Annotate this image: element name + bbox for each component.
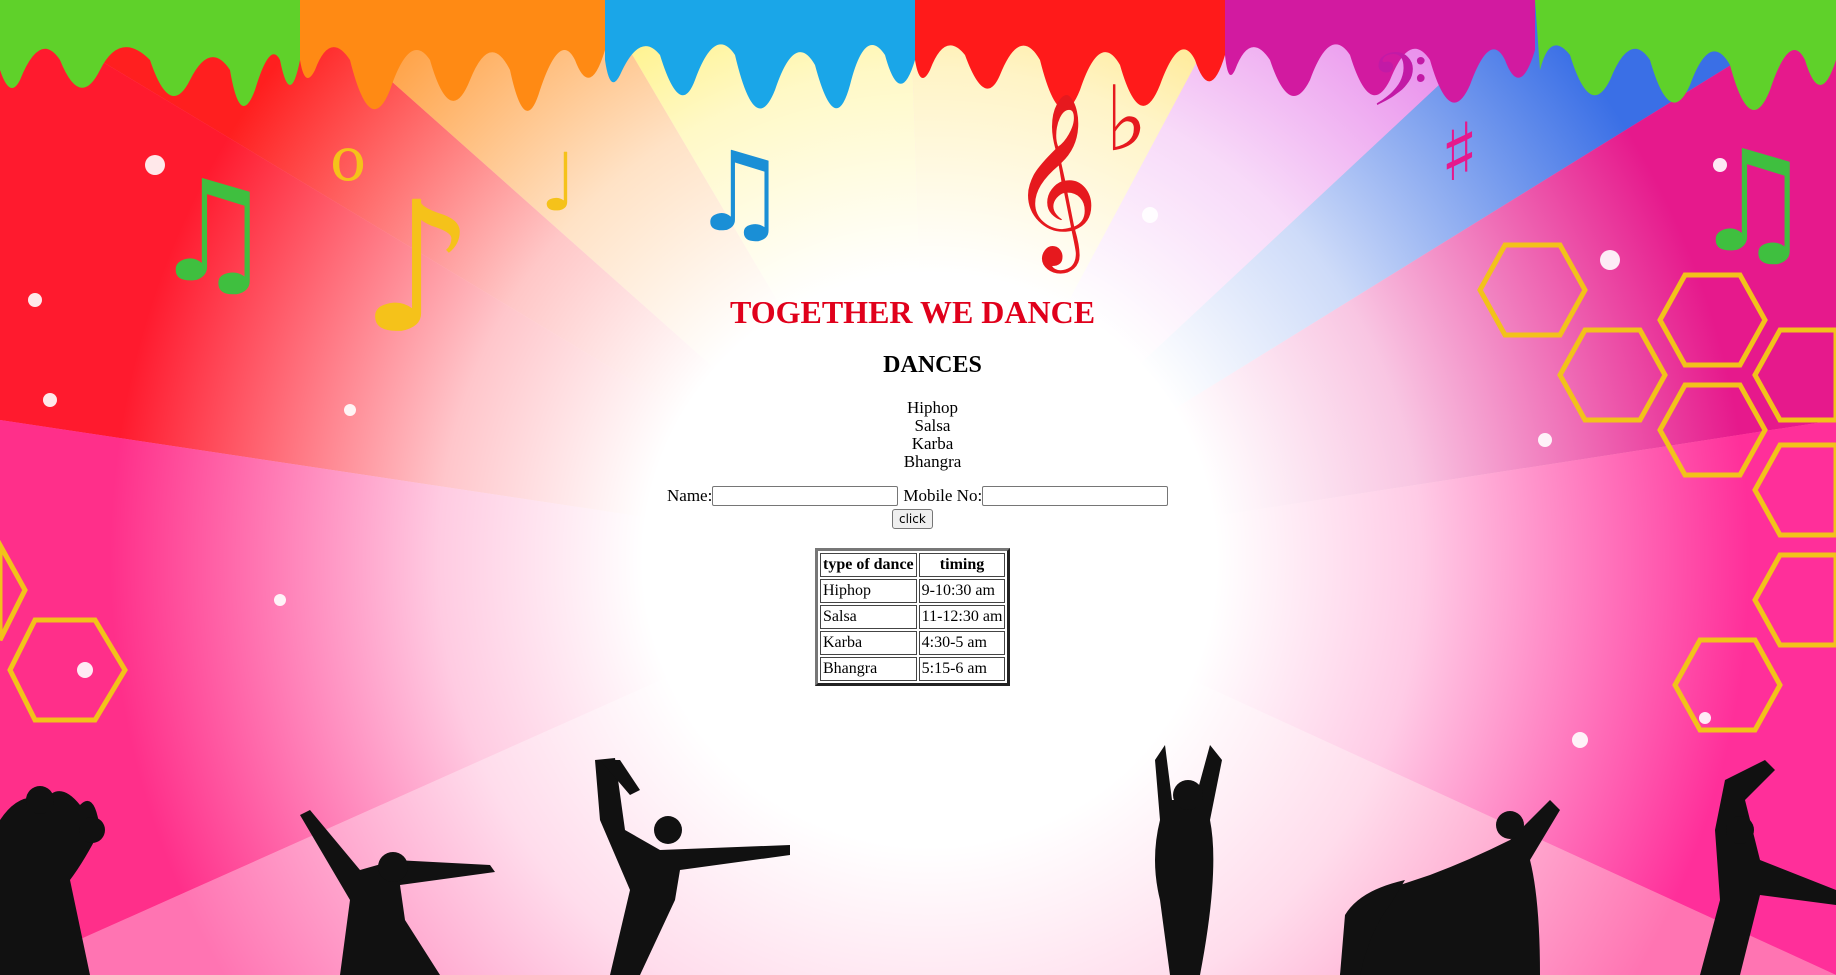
mobile-field[interactable] <box>982 486 1169 506</box>
name-field[interactable] <box>712 486 899 506</box>
list-item: Karba <box>911 434 954 453</box>
table-row: Hiphop 9-10:30 am <box>820 579 1006 603</box>
column-header: type of dance <box>820 553 917 577</box>
table-cell: Salsa <box>820 605 917 629</box>
list-item: Bhangra <box>903 452 962 471</box>
mobile-label: Mobile No: <box>903 486 983 505</box>
svg-text:o: o <box>330 125 366 195</box>
list-item: Salsa <box>914 416 951 435</box>
svg-text:♩: ♩ <box>540 136 578 229</box>
table-cell: Karba <box>820 631 917 655</box>
table-cell: 11-12:30 am <box>918 605 1006 629</box>
table-cell: 4:30-5 am <box>918 631 1006 655</box>
click-button[interactable]: click <box>892 509 933 529</box>
svg-text:𝄢: 𝄢 <box>1370 37 1428 142</box>
page-title: TOGETHER WE DANCE <box>729 294 1096 330</box>
table-row: Karba 4:30-5 am <box>820 631 1006 655</box>
dance-list: Hiphop Salsa Karba Bhangra <box>0 399 1836 471</box>
svg-text:♫: ♫ <box>1690 121 1816 284</box>
table-cell: Hiphop <box>820 579 917 603</box>
dance-timing-table: type of dance timing Hiphop 9-10:30 am S… <box>815 548 1011 686</box>
table-cell: 5:15-6 am <box>918 657 1006 681</box>
registration-form: Name: Mobile No: <box>667 486 1169 506</box>
table-row: Salsa 11-12:30 am <box>820 605 1006 629</box>
svg-text:♭: ♭ <box>1105 67 1147 172</box>
svg-text:𝄞: 𝄞 <box>1010 92 1099 274</box>
table-cell: Bhangra <box>820 657 917 681</box>
svg-text:♯: ♯ <box>1440 106 1479 199</box>
table-row: Bhangra 5:15-6 am <box>820 657 1006 681</box>
svg-text:♪: ♪ <box>360 164 475 373</box>
name-label: Name: <box>667 486 713 505</box>
table-cell: 9-10:30 am <box>918 579 1006 603</box>
table-header-row: type of dance timing <box>820 553 1006 577</box>
svg-text:♫: ♫ <box>150 151 276 314</box>
svg-text:♫: ♫ <box>690 128 789 256</box>
dances-heading: DANCES <box>883 352 982 378</box>
column-header: timing <box>918 553 1006 577</box>
list-item: Hiphop <box>907 398 958 417</box>
